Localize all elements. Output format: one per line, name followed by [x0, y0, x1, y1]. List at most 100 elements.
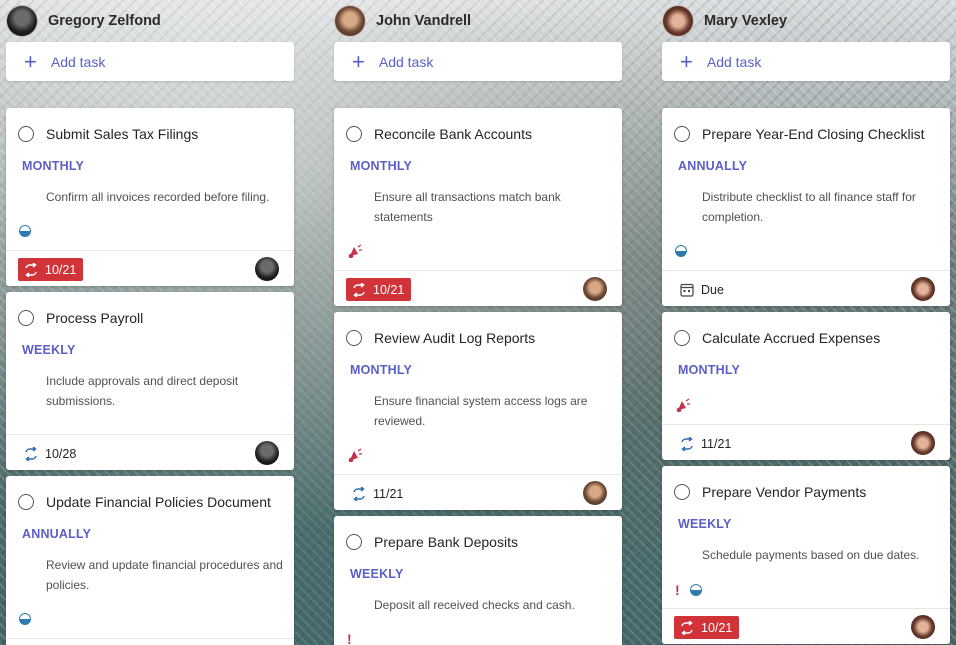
due-date-text: Due	[701, 282, 724, 297]
avatar[interactable]	[6, 5, 38, 37]
important-bell-icon	[348, 448, 362, 462]
complete-checkbox[interactable]	[346, 126, 362, 142]
due-date-text: 10/21	[373, 282, 405, 297]
complete-checkbox[interactable]	[18, 494, 34, 510]
add-task-button[interactable]: + Add task	[662, 42, 950, 81]
complete-checkbox[interactable]	[674, 126, 690, 142]
due-date-text: 10/21	[701, 620, 733, 635]
plus-icon: +	[352, 48, 365, 74]
repeat-icon	[681, 620, 693, 635]
task-title[interactable]: Prepare Year-End Closing Checklist	[702, 126, 925, 142]
task-bucket-label: WEEKLY	[350, 567, 404, 581]
important-bell-icon	[348, 244, 362, 258]
avatar[interactable]	[662, 5, 694, 37]
due-date-badge[interactable]: 10/21	[674, 616, 740, 639]
plus-icon: +	[24, 48, 37, 74]
task-description: Include approvals and direct deposit sub…	[46, 374, 239, 408]
task-bucket-label: ANNUALLY	[678, 159, 748, 173]
task-bucket-label: WEEKLY	[678, 517, 732, 531]
column-title: Mary Vexley	[704, 13, 788, 29]
assignee-avatar[interactable]	[255, 441, 279, 465]
task-title[interactable]: Update Financial Policies Document	[46, 494, 271, 510]
plus-icon: +	[680, 48, 693, 74]
column-header: Mary Vexley	[662, 0, 950, 42]
complete-checkbox[interactable]	[674, 330, 690, 346]
due-date-text: 11/21	[373, 486, 404, 501]
task-card[interactable]: Calculate Accrued Expenses MONTHLY 11/21	[662, 312, 950, 460]
due-date-badge[interactable]: 11/21	[346, 482, 410, 505]
task-title[interactable]: Prepare Vendor Payments	[702, 484, 866, 500]
assignee-avatar[interactable]	[911, 615, 935, 639]
due-date-badge[interactable]: 11/21	[674, 432, 738, 455]
assignee-avatar[interactable]	[911, 431, 935, 455]
task-bucket-label: MONTHLY	[350, 159, 413, 173]
assignee-avatar[interactable]	[583, 277, 607, 301]
task-card[interactable]: Reconcile Bank Accounts MONTHLY Ensure a…	[334, 108, 622, 306]
due-date-badge[interactable]: Due	[674, 278, 731, 301]
column-gregory: Gregory Zelfond + Add task Submit Sales …	[6, 0, 294, 645]
column-john: John Vandrell + Add task Reconcile Bank …	[334, 0, 622, 645]
complete-checkbox[interactable]	[674, 484, 690, 500]
assignee-avatar[interactable]	[583, 481, 607, 505]
due-date-text: 11/21	[701, 436, 732, 451]
task-card[interactable]: Submit Sales Tax Filings MONTHLY Confirm…	[6, 108, 294, 286]
task-title[interactable]: Process Payroll	[46, 310, 143, 326]
progress-half-icon	[19, 613, 31, 625]
column-header: John Vandrell	[334, 0, 622, 42]
task-bucket-label: MONTHLY	[22, 159, 85, 173]
column-mary: Mary Vexley + Add task Prepare Year-End …	[662, 0, 950, 644]
add-task-button[interactable]: + Add task	[334, 42, 622, 81]
task-title[interactable]: Reconcile Bank Accounts	[374, 126, 532, 142]
task-bucket-label: MONTHLY	[678, 363, 741, 377]
task-bucket-label: ANNUALLY	[22, 527, 92, 541]
task-description: Ensure all transactions match bank state…	[374, 190, 561, 224]
avatar[interactable]	[334, 5, 366, 37]
assignee-avatar[interactable]	[911, 277, 935, 301]
task-card[interactable]: Review Audit Log Reports MONTHLY Ensure …	[334, 312, 622, 510]
task-title[interactable]: Calculate Accrued Expenses	[702, 330, 880, 346]
complete-checkbox[interactable]	[346, 330, 362, 346]
urgent-exclamation-icon: !	[675, 582, 680, 598]
repeat-icon	[25, 262, 37, 277]
progress-half-icon	[675, 245, 687, 257]
repeat-icon	[681, 436, 693, 451]
column-title: John Vandrell	[376, 13, 472, 29]
column-title: Gregory Zelfond	[48, 13, 161, 29]
task-description: Deposit all received checks and cash.	[374, 598, 575, 612]
task-title[interactable]: Prepare Bank Deposits	[374, 534, 518, 550]
add-task-label: Add task	[706, 53, 762, 70]
task-title[interactable]: Review Audit Log Reports	[374, 330, 535, 346]
task-description: Review and update financial procedures a…	[46, 558, 283, 592]
assignee-avatar[interactable]	[255, 257, 279, 281]
task-card[interactable]: Update Financial Policies Document ANNUA…	[6, 476, 294, 645]
due-date-badge[interactable]: 10/21	[18, 258, 84, 281]
add-task-label: Add task	[378, 53, 434, 70]
task-description: Ensure financial system access logs are …	[374, 394, 588, 428]
task-description: Confirm all invoices recorded before fil…	[46, 190, 270, 204]
complete-checkbox[interactable]	[18, 310, 34, 326]
urgent-exclamation-icon: !	[347, 631, 352, 645]
due-date-text: 10/28	[45, 446, 77, 461]
add-task-label: Add task	[50, 53, 106, 70]
task-description: Distribute checklist to all finance staf…	[702, 190, 916, 224]
repeat-icon	[25, 446, 37, 461]
task-bucket-label: WEEKLY	[22, 343, 76, 357]
complete-checkbox[interactable]	[346, 534, 362, 550]
add-task-button[interactable]: + Add task	[6, 42, 294, 81]
important-bell-icon	[676, 398, 690, 412]
task-title[interactable]: Submit Sales Tax Filings	[46, 126, 198, 142]
due-date-badge[interactable]: 10/21	[346, 278, 412, 301]
task-card[interactable]: Prepare Vendor Payments WEEKLY Schedule …	[662, 466, 950, 644]
task-card[interactable]: Prepare Bank Deposits WEEKLY Deposit all…	[334, 516, 622, 645]
progress-half-icon	[689, 584, 702, 596]
due-date-badge[interactable]: 10/28	[18, 442, 83, 465]
repeat-icon	[353, 282, 365, 297]
progress-half-icon	[19, 225, 31, 237]
calendar-icon	[680, 283, 694, 297]
column-header: Gregory Zelfond	[6, 0, 294, 42]
task-card[interactable]: Process Payroll WEEKLY Include approvals…	[6, 292, 294, 470]
task-description: Schedule payments based on due dates.	[702, 548, 920, 562]
task-card[interactable]: Prepare Year-End Closing Checklist ANNUA…	[662, 108, 950, 306]
repeat-icon	[353, 486, 365, 501]
complete-checkbox[interactable]	[18, 126, 34, 142]
